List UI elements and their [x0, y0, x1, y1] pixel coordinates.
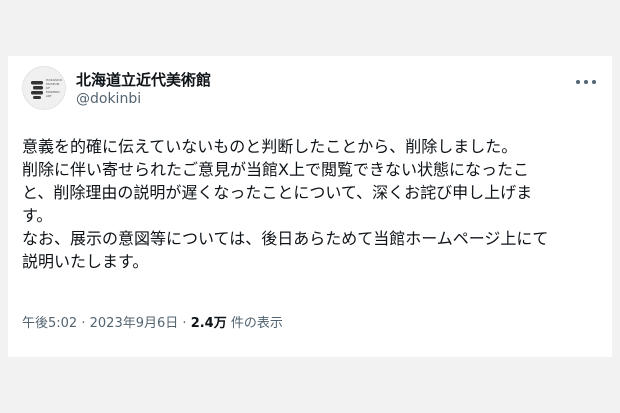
tweet-header: HOKKAIDO MUSEUM OF MODERN ART 北海道立近代美術館 … — [22, 66, 598, 116]
tweet-time[interactable]: 午後5:02 — [22, 316, 77, 331]
tweet-line: 削除に伴い寄せられたご意見が当館X上で閲覧できない状態になったこ — [22, 160, 529, 179]
avatar-logo-text: HOKKAIDO MUSEUM OF MODERN ART — [46, 78, 62, 98]
tweet-card: HOKKAIDO MUSEUM OF MODERN ART 北海道立近代美術館 … — [8, 56, 612, 357]
tweet-date[interactable]: 2023年9月6日 — [90, 316, 179, 331]
tweet-line: 意義を的確に伝えていないものと判断したことから、削除しました。 — [22, 137, 518, 156]
avatar-line: ART — [46, 94, 52, 98]
view-count-label: 件の表示 — [230, 316, 283, 331]
more-dot-icon — [576, 80, 580, 84]
account-handle[interactable]: @dokinbi — [76, 91, 141, 107]
tweet-line: なお、展示の意図等については、後日あらためて当館ホームページ上にて — [22, 229, 549, 248]
tweet-meta: 午後5:02 · 2023年9月6日 · 2.4万 件の表示 — [22, 312, 283, 331]
tweet-text: 意義を的確に伝えていないものと判断したことから、削除しました。 削除に伴い寄せら… — [22, 135, 602, 273]
view-count[interactable]: 2.4万 — [191, 316, 227, 331]
tweet-line: 説明いたします。 — [22, 252, 149, 271]
tweet-line: と、削除理由の説明が遅くなったことについて、深くお詫び申し上げま — [22, 183, 533, 202]
separator: · — [182, 316, 187, 331]
more-dot-icon — [592, 80, 596, 84]
avatar[interactable]: HOKKAIDO MUSEUM OF MODERN ART — [22, 66, 66, 110]
tweet-line: す。 — [22, 206, 53, 225]
separator: · — [81, 316, 86, 331]
more-options-button[interactable] — [576, 74, 598, 90]
more-dot-icon — [584, 80, 588, 84]
account-name[interactable]: 北海道立近代美術館 — [76, 69, 211, 90]
